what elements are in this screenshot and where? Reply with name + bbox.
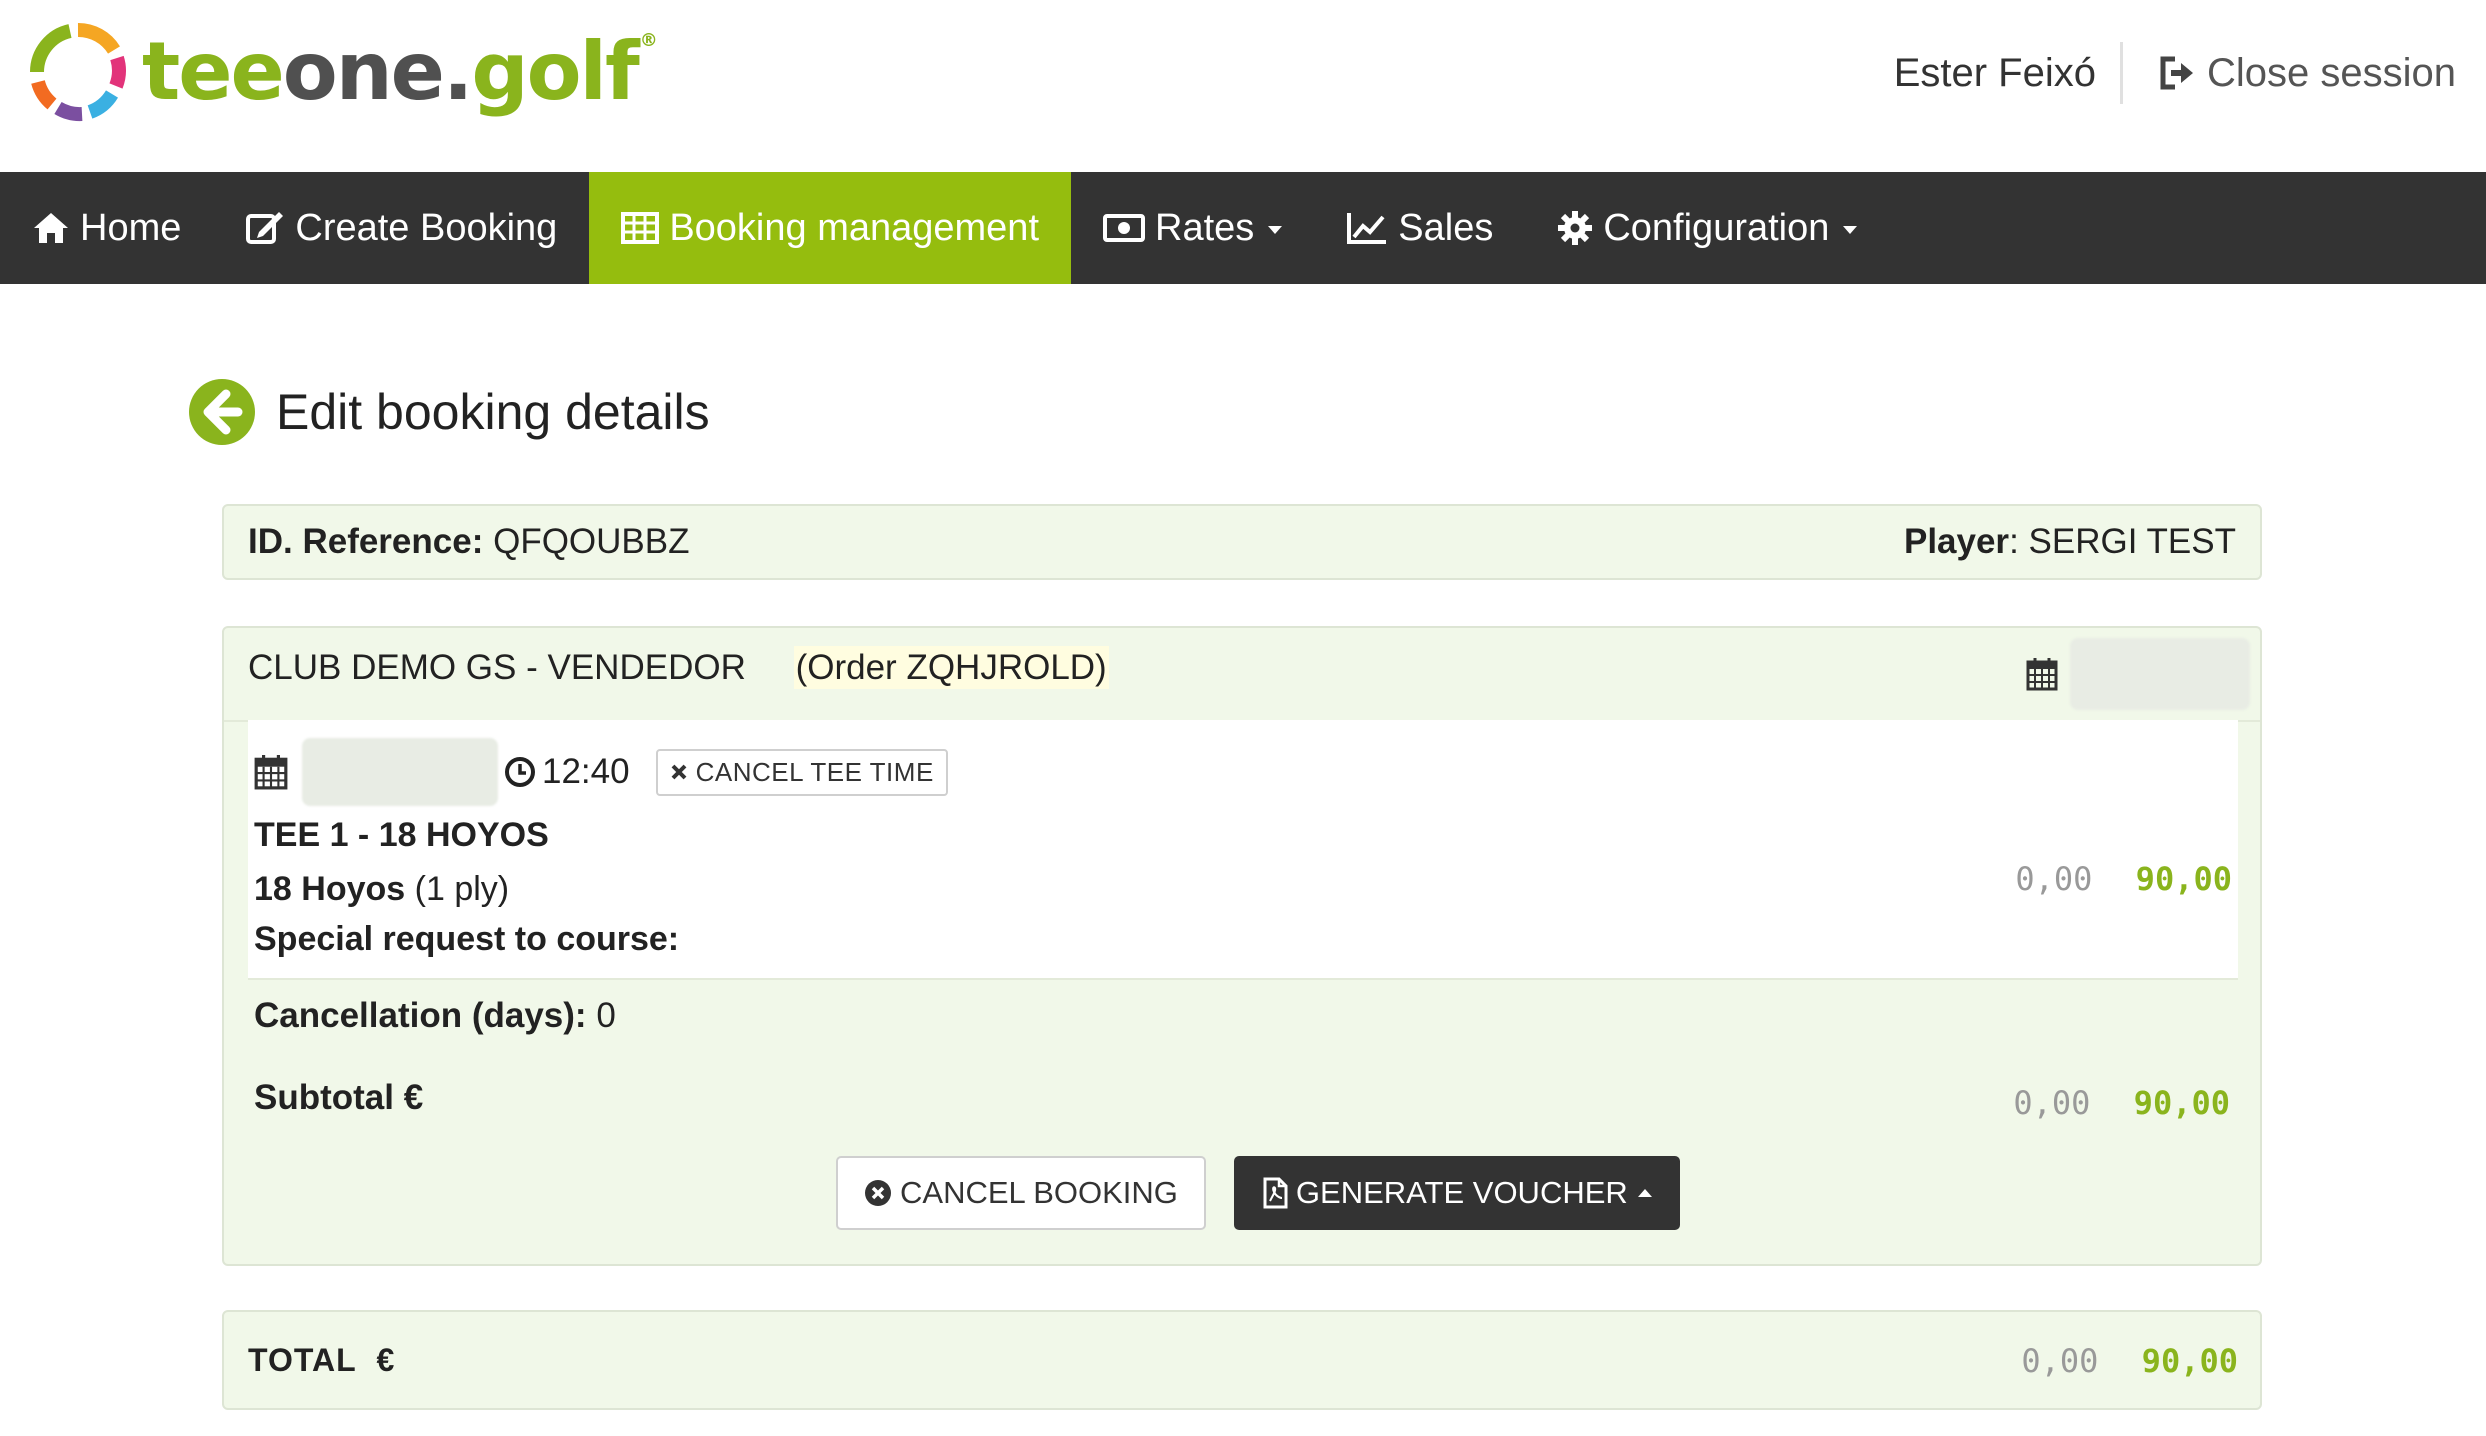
sign-out-icon [2160, 56, 2193, 90]
club-name: CLUB DEMO GS - VENDEDOR [248, 648, 746, 687]
app-header: teeone.golf ® Ester Feixó Close session [0, 0, 2486, 172]
logo-ring-icon [30, 22, 126, 122]
back-arrow-icon[interactable] [188, 378, 256, 446]
page-title-row: Edit booking details [188, 378, 710, 446]
nav-sales-label: Sales [1398, 206, 1494, 249]
logo-dot: . [442, 25, 473, 118]
club-header: CLUB DEMO GS - VENDEDOR (Order ZQHJROLD) [224, 628, 2260, 722]
club-date-area [2026, 638, 2250, 710]
special-request-label: Special request to course: [254, 920, 680, 958]
blurred-tee-date [302, 738, 498, 806]
cancel-booking-button[interactable]: CANCEL BOOKING [836, 1156, 1206, 1230]
main-nav: Home Create Booking Booking management R… [0, 172, 2486, 284]
cancellation-days: Cancellation (days): 0 [254, 996, 616, 1036]
player-value: SERGI TEST [2028, 522, 2236, 561]
id-reference: ID. Reference: QFQOUBBZ [248, 522, 690, 562]
nav-rates-label: Rates [1155, 206, 1255, 249]
nav-booking-management-label: Booking management [669, 206, 1039, 249]
rate-line: 18 Hoyos (1 ply) [254, 870, 509, 909]
player-info: Player: SERGI TEST [1904, 522, 2236, 562]
total-original: 0,00 [2021, 1342, 2099, 1380]
nav-configuration-label: Configuration [1603, 206, 1830, 249]
total-final: 90,00 [2141, 1342, 2238, 1380]
user-name: Ester Feixó [1893, 50, 2096, 95]
cancellation-days-value: 0 [596, 996, 616, 1035]
course-name: TEE 1 - 18 HOYOS [254, 816, 549, 854]
booking-actions: CANCEL BOOKING GENERATE VOUCHER [836, 1156, 1680, 1230]
tee-time-row: 12:40 CANCEL TEE TIME [254, 738, 948, 806]
generate-voucher-button[interactable]: GENERATE VOUCHER [1233, 1156, 1680, 1230]
club-name-row: CLUB DEMO GS - VENDEDOR (Order ZQHJROLD) [248, 646, 1109, 689]
order-reference: (Order ZQHJROLD) [793, 646, 1109, 689]
player-sep: : [2009, 522, 2019, 561]
caret-down-icon [1843, 226, 1858, 234]
caret-up-icon [1637, 1189, 1652, 1197]
club-booking-panel: CLUB DEMO GS - VENDEDOR (Order ZQHJROLD) [222, 626, 2262, 1266]
total-panel: TOTAL € 0,00 90,00 [222, 1310, 2262, 1410]
rate-players: (1 ply) [414, 870, 510, 908]
home-icon [34, 213, 68, 243]
logo-one: one [282, 25, 445, 118]
page-title: Edit booking details [276, 384, 710, 440]
subtotal-label: Subtotal € [254, 1078, 424, 1117]
total-currency: € [376, 1342, 396, 1378]
table-icon [621, 212, 660, 244]
clock-icon [505, 757, 535, 787]
cancel-booking-label: CANCEL BOOKING [900, 1175, 1178, 1210]
nav-home-label: Home [80, 206, 182, 249]
nav-home[interactable]: Home [0, 172, 213, 284]
player-label: Player [1903, 522, 2010, 561]
money-icon [1103, 214, 1145, 242]
subtotal-final: 90,00 [2133, 1084, 2230, 1122]
nav-rates-dropdown[interactable]: Rates [1071, 172, 1314, 284]
id-reference-value: QFQOUBBZ [493, 522, 690, 561]
cancel-tee-time-button[interactable]: CANCEL TEE TIME [655, 748, 948, 796]
subtotal-amounts: 0,00 90,00 [2013, 1084, 2230, 1122]
logo-golf: golf [471, 25, 639, 118]
caret-down-icon [1268, 226, 1283, 234]
cancel-tee-time-label: CANCEL TEE TIME [695, 756, 934, 787]
gear-icon [1558, 211, 1593, 245]
reference-panel: ID. Reference: QFQOUBBZ Player: SERGI TE… [222, 504, 2262, 580]
close-session-label: Close session [2206, 50, 2456, 95]
subtotal-original: 0,00 [2013, 1084, 2091, 1122]
tee-time-card: 12:40 CANCEL TEE TIME TEE 1 - 18 HOYOS 1… [248, 720, 2238, 980]
price-original: 0,00 [2015, 860, 2093, 898]
logo-wordmark: teeone.golf ® [142, 30, 658, 112]
user-area: Ester Feixó Close session [1894, 40, 2456, 106]
price-final: 90,00 [2135, 860, 2232, 898]
times-circle-icon [865, 1180, 891, 1206]
rate-name: 18 Hoyos [254, 870, 406, 908]
total-label: TOTAL [248, 1342, 357, 1378]
close-session-link[interactable]: Close session [2123, 51, 2456, 96]
pdf-file-icon [1263, 1177, 1288, 1209]
nav-sales[interactable]: Sales [1314, 172, 1525, 284]
cancellation-days-label: Cancellation (days): [254, 996, 587, 1035]
teeone-logo[interactable]: teeone.golf ® [28, 22, 658, 122]
nav-booking-management[interactable]: Booking management [589, 172, 1071, 284]
generate-voucher-label: GENERATE VOUCHER [1295, 1175, 1628, 1210]
edit-icon [246, 212, 284, 244]
nav-create-booking[interactable]: Create Booking [213, 172, 589, 284]
total-amounts: 0,00 90,00 [2021, 1342, 2238, 1380]
calendar-icon [2026, 658, 2058, 691]
nav-create-booking-label: Create Booking [295, 206, 558, 249]
logo-tee: tee [142, 25, 285, 118]
close-icon [671, 764, 687, 780]
tee-time: 12:40 [542, 752, 630, 791]
total-label-row: TOTAL € [248, 1342, 395, 1379]
line-chart-icon [1347, 213, 1387, 244]
id-reference-label: ID. Reference: [248, 522, 484, 561]
blurred-date [2070, 638, 2250, 710]
logo-registered: ® [639, 30, 658, 51]
tee-time-price: 0,00 90,00 [2015, 860, 2232, 898]
calendar-icon [254, 755, 288, 790]
nav-configuration-dropdown[interactable]: Configuration [1525, 172, 1889, 284]
